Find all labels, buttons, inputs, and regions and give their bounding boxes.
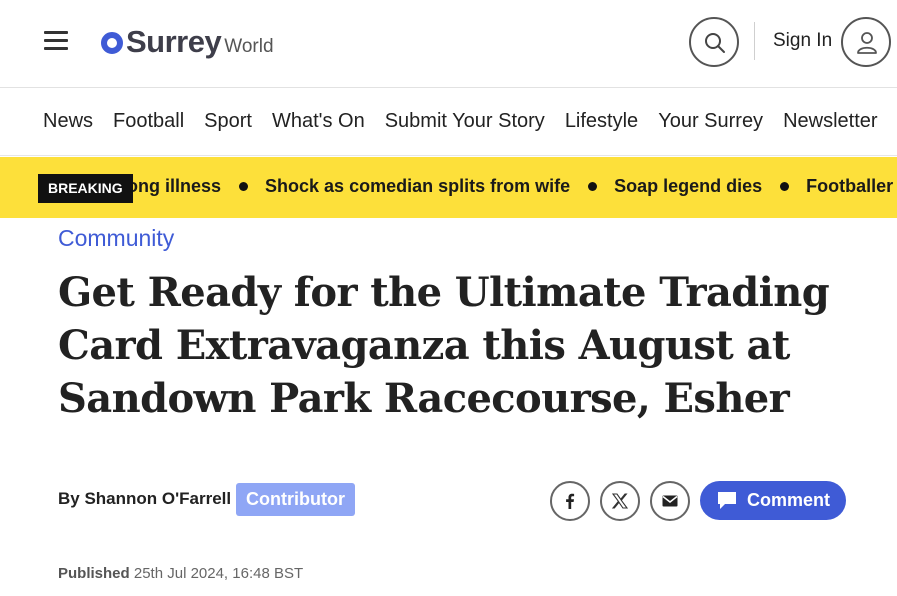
breaking-news-bar: BREAKING ong illness Shock as comedian s… [0, 157, 897, 218]
ticker-item[interactable]: ong illness [133, 176, 221, 197]
published-date: 25th Jul 2024, 16:48 BST [133, 565, 304, 582]
nav-list: News Football Sport What's On Submit You… [43, 110, 897, 133]
nav-item-lifestyle[interactable]: Lifestyle [565, 110, 638, 133]
ticker-separator [780, 182, 790, 191]
comment-icon [718, 492, 736, 509]
contributor-badge[interactable]: Contributor [236, 483, 355, 516]
logo-ring-icon [101, 32, 123, 54]
facebook-icon [566, 493, 575, 509]
breaking-ticker: ong illness Shock as comedian splits fro… [133, 157, 897, 218]
author-byline[interactable]: By Shannon O'Farrell [58, 489, 231, 509]
breaking-label: BREAKING [38, 174, 133, 203]
headline-line: Sandown Park Racecourse, Esher [58, 375, 790, 422]
published-label: Published [58, 565, 130, 582]
share-email-button[interactable] [650, 481, 690, 521]
sign-in-link[interactable]: Sign In [773, 30, 832, 52]
main-nav: News Football Sport What's On Submit You… [0, 89, 897, 156]
account-button[interactable] [841, 17, 891, 67]
headline-line: Card Extravaganza this August at [58, 322, 790, 369]
nav-item-news[interactable]: News [43, 110, 93, 133]
site-header: Surrey World Sign In [0, 0, 897, 88]
ticker-separator [588, 182, 598, 191]
nav-item-submit-your-story[interactable]: Submit Your Story [385, 110, 545, 133]
site-logo[interactable]: Surrey World [101, 24, 274, 60]
share-x-button[interactable] [600, 481, 640, 521]
nav-item-sport[interactable]: Sport [204, 110, 252, 133]
nav-item-whats-on[interactable]: What's On [272, 110, 365, 133]
user-icon [857, 32, 877, 54]
header-divider [754, 22, 755, 60]
ticker-item[interactable]: Footballer jai [806, 176, 897, 197]
share-facebook-button[interactable] [550, 481, 590, 521]
logo-sub-text: World [224, 36, 274, 57]
search-icon [705, 33, 725, 53]
article-headline: Get Ready for the Ultimate Trading Card … [58, 266, 838, 425]
headline-line: Get Ready for the Ultimate Trading [58, 269, 830, 316]
comment-button-label: Comment [747, 490, 831, 510]
article-category[interactable]: Community [58, 225, 174, 252]
nav-item-newsletter[interactable]: Newsletter [783, 110, 877, 133]
ticker-separator [239, 182, 249, 191]
ticker-item[interactable]: Soap legend dies [614, 176, 762, 197]
search-button[interactable] [689, 17, 739, 67]
comment-button[interactable]: Comment [700, 481, 846, 520]
logo-main-text: Surrey [126, 24, 222, 59]
menu-icon[interactable] [44, 31, 68, 51]
ticker-item[interactable]: Shock as comedian splits from wife [265, 176, 570, 197]
nav-item-football[interactable]: Football [113, 110, 184, 133]
published-info: Published 25th Jul 2024, 16:48 BST [58, 565, 303, 582]
nav-item-your-surrey[interactable]: Your Surrey [658, 110, 763, 133]
mail-icon [662, 495, 678, 507]
x-icon [611, 493, 629, 509]
